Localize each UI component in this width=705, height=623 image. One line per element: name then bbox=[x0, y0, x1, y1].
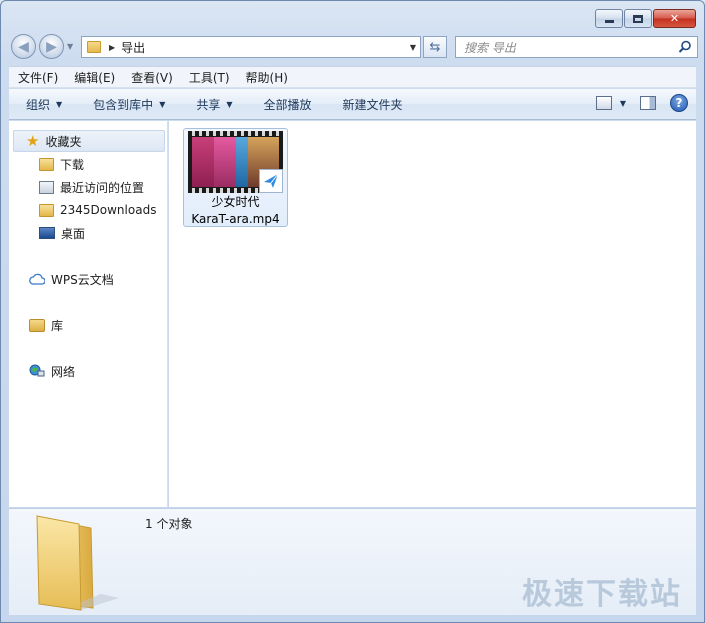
file-name-line1: 少女时代 bbox=[211, 195, 260, 209]
search-placeholder: 搜索 导出 bbox=[464, 40, 516, 55]
star-icon: ★ bbox=[26, 132, 40, 150]
maximize-button[interactable] bbox=[624, 9, 652, 28]
folder-icon bbox=[87, 41, 101, 53]
folder-icon bbox=[36, 515, 119, 611]
thumbnail-frame bbox=[192, 137, 214, 187]
address-bar[interactable]: ▶ 导出 ▼ bbox=[81, 36, 421, 58]
chevron-down-icon: ▼ bbox=[159, 99, 166, 109]
help-button[interactable]: ? bbox=[670, 94, 688, 112]
sidebar-item-label: 网络 bbox=[51, 364, 76, 379]
sidebar-item-wps-cloud[interactable]: WPS云文档 bbox=[29, 268, 114, 290]
back-button[interactable]: ◀ bbox=[11, 34, 36, 59]
navigation-row: ◀ ▶ ▼ ▶ 导出 ▼ ⇆ 搜索 导出 bbox=[9, 33, 698, 60]
chevron-down-icon: ▼ bbox=[619, 98, 626, 108]
sidebar-item-library[interactable]: 库 bbox=[29, 314, 63, 336]
chevron-down-icon: ▼ bbox=[56, 99, 63, 109]
file-item[interactable]: 少女时代 KaraT-ara.mp4 bbox=[183, 128, 288, 227]
menu-bar: 文件(F) 编辑(E) 查看(V) 工具(T) 帮助(H) bbox=[9, 66, 696, 88]
breadcrumb-chevron-icon[interactable]: ▶ bbox=[109, 43, 115, 52]
include-in-library-label: 包含到库中 bbox=[93, 97, 154, 112]
sidebar-item-desktop[interactable]: 桌面 bbox=[39, 222, 85, 244]
menu-help[interactable]: 帮助(H) bbox=[246, 69, 288, 86]
chevron-down-icon: ▼ bbox=[226, 99, 233, 109]
recent-places-icon bbox=[39, 180, 54, 194]
close-button[interactable]: ✕ bbox=[653, 9, 696, 28]
play-all-label: 全部播放 bbox=[263, 97, 312, 112]
sidebar-item-label: 2345Downloads bbox=[60, 203, 157, 217]
downloads-folder-icon bbox=[39, 157, 54, 171]
arrow-right-icon: ▶ bbox=[46, 38, 57, 55]
sidebar-item-label: 最近访问的位置 bbox=[60, 180, 145, 195]
film-strip-top bbox=[188, 131, 283, 136]
sidebar-item-downloads[interactable]: 下载 bbox=[39, 153, 84, 175]
sidebar-item-label: WPS云文档 bbox=[51, 272, 114, 287]
command-bar-right: ▼ ? bbox=[595, 94, 688, 112]
view-icon bbox=[595, 96, 612, 110]
breadcrumb-current[interactable]: 导出 bbox=[121, 39, 145, 56]
close-icon: ✕ bbox=[669, 12, 680, 25]
file-list: 少女时代 KaraT-ara.mp4 bbox=[169, 121, 696, 507]
sidebar-item-label: 下载 bbox=[60, 157, 85, 172]
forward-button[interactable]: ▶ bbox=[39, 34, 64, 59]
new-folder-button[interactable]: 新建文件夹 bbox=[343, 96, 403, 113]
recent-pages-dropdown[interactable]: ▼ bbox=[67, 42, 73, 51]
site-watermark: 极速下载站 bbox=[522, 577, 682, 612]
cloud-icon bbox=[29, 273, 45, 285]
caption-buttons: ✕ bbox=[595, 9, 696, 28]
share-button[interactable]: 共享 ▼ bbox=[196, 96, 232, 113]
minimize-button[interactable] bbox=[595, 9, 623, 28]
object-count: 1 个对象 bbox=[145, 517, 193, 531]
preview-pane-button[interactable] bbox=[640, 96, 656, 110]
organize-label: 组织 bbox=[26, 97, 51, 112]
share-label: 共享 bbox=[196, 97, 221, 112]
include-in-library-button[interactable]: 包含到库中 ▼ bbox=[93, 96, 165, 113]
maximize-icon bbox=[633, 14, 643, 23]
file-name-line2: KaraT-ara.mp4 bbox=[191, 212, 280, 226]
sidebar-item-label: 收藏夹 bbox=[45, 134, 82, 149]
folder-icon bbox=[39, 203, 54, 217]
navigation-pane: ★ 收藏夹 下载 最近访问的位置 2345Downloads 桌面 WPS云文档 bbox=[9, 121, 168, 507]
player-logo-icon bbox=[259, 169, 283, 193]
organize-button[interactable]: 组织 ▼ bbox=[26, 96, 62, 113]
help-icon: ? bbox=[675, 96, 683, 110]
sidebar-item-label: 桌面 bbox=[61, 226, 86, 241]
menu-edit[interactable]: 编辑(E) bbox=[74, 69, 115, 86]
library-icon bbox=[29, 318, 45, 332]
arrow-left-icon: ◀ bbox=[18, 38, 29, 55]
menu-view[interactable]: 查看(V) bbox=[131, 69, 173, 86]
change-view-button[interactable]: ▼ bbox=[595, 96, 626, 110]
details-pane: 1 个对象 极速下载站 bbox=[9, 508, 696, 615]
search-icon[interactable] bbox=[678, 40, 692, 54]
desktop-icon bbox=[39, 227, 55, 239]
command-bar: 组织 ▼ 包含到库中 ▼ 共享 ▼ 全部播放 新建文件夹 ▼ ? bbox=[9, 89, 696, 120]
sidebar-item-recent[interactable]: 最近访问的位置 bbox=[39, 176, 144, 198]
sidebar-item-label: 库 bbox=[51, 318, 64, 333]
sidebar-item-2345downloads[interactable]: 2345Downloads bbox=[39, 199, 156, 221]
menu-file[interactable]: 文件(F) bbox=[18, 69, 58, 86]
sidebar-item-favorites[interactable]: ★ 收藏夹 bbox=[13, 130, 165, 152]
new-folder-label: 新建文件夹 bbox=[342, 97, 403, 112]
sidebar-item-network[interactable]: 网络 bbox=[29, 360, 75, 382]
thumbnail-frame bbox=[214, 137, 236, 187]
search-input[interactable]: 搜索 导出 bbox=[455, 36, 698, 58]
thumbnail-frame bbox=[236, 137, 248, 187]
refresh-button[interactable]: ⇆ bbox=[423, 36, 447, 58]
play-all-button[interactable]: 全部播放 bbox=[264, 96, 312, 113]
minimize-icon bbox=[604, 20, 614, 23]
explorer-window: ✕ ◀ ▶ ▼ ▶ 导出 ▼ ⇆ 搜索 导出 文件(F) 编辑(E) 查看(V)… bbox=[0, 0, 705, 623]
refresh-icon: ⇆ bbox=[429, 39, 441, 55]
address-dropdown-icon[interactable]: ▼ bbox=[410, 43, 416, 52]
network-icon bbox=[29, 364, 45, 377]
menu-tools[interactable]: 工具(T) bbox=[189, 69, 230, 86]
file-name: 少女时代 KaraT-ara.mp4 bbox=[184, 194, 287, 228]
